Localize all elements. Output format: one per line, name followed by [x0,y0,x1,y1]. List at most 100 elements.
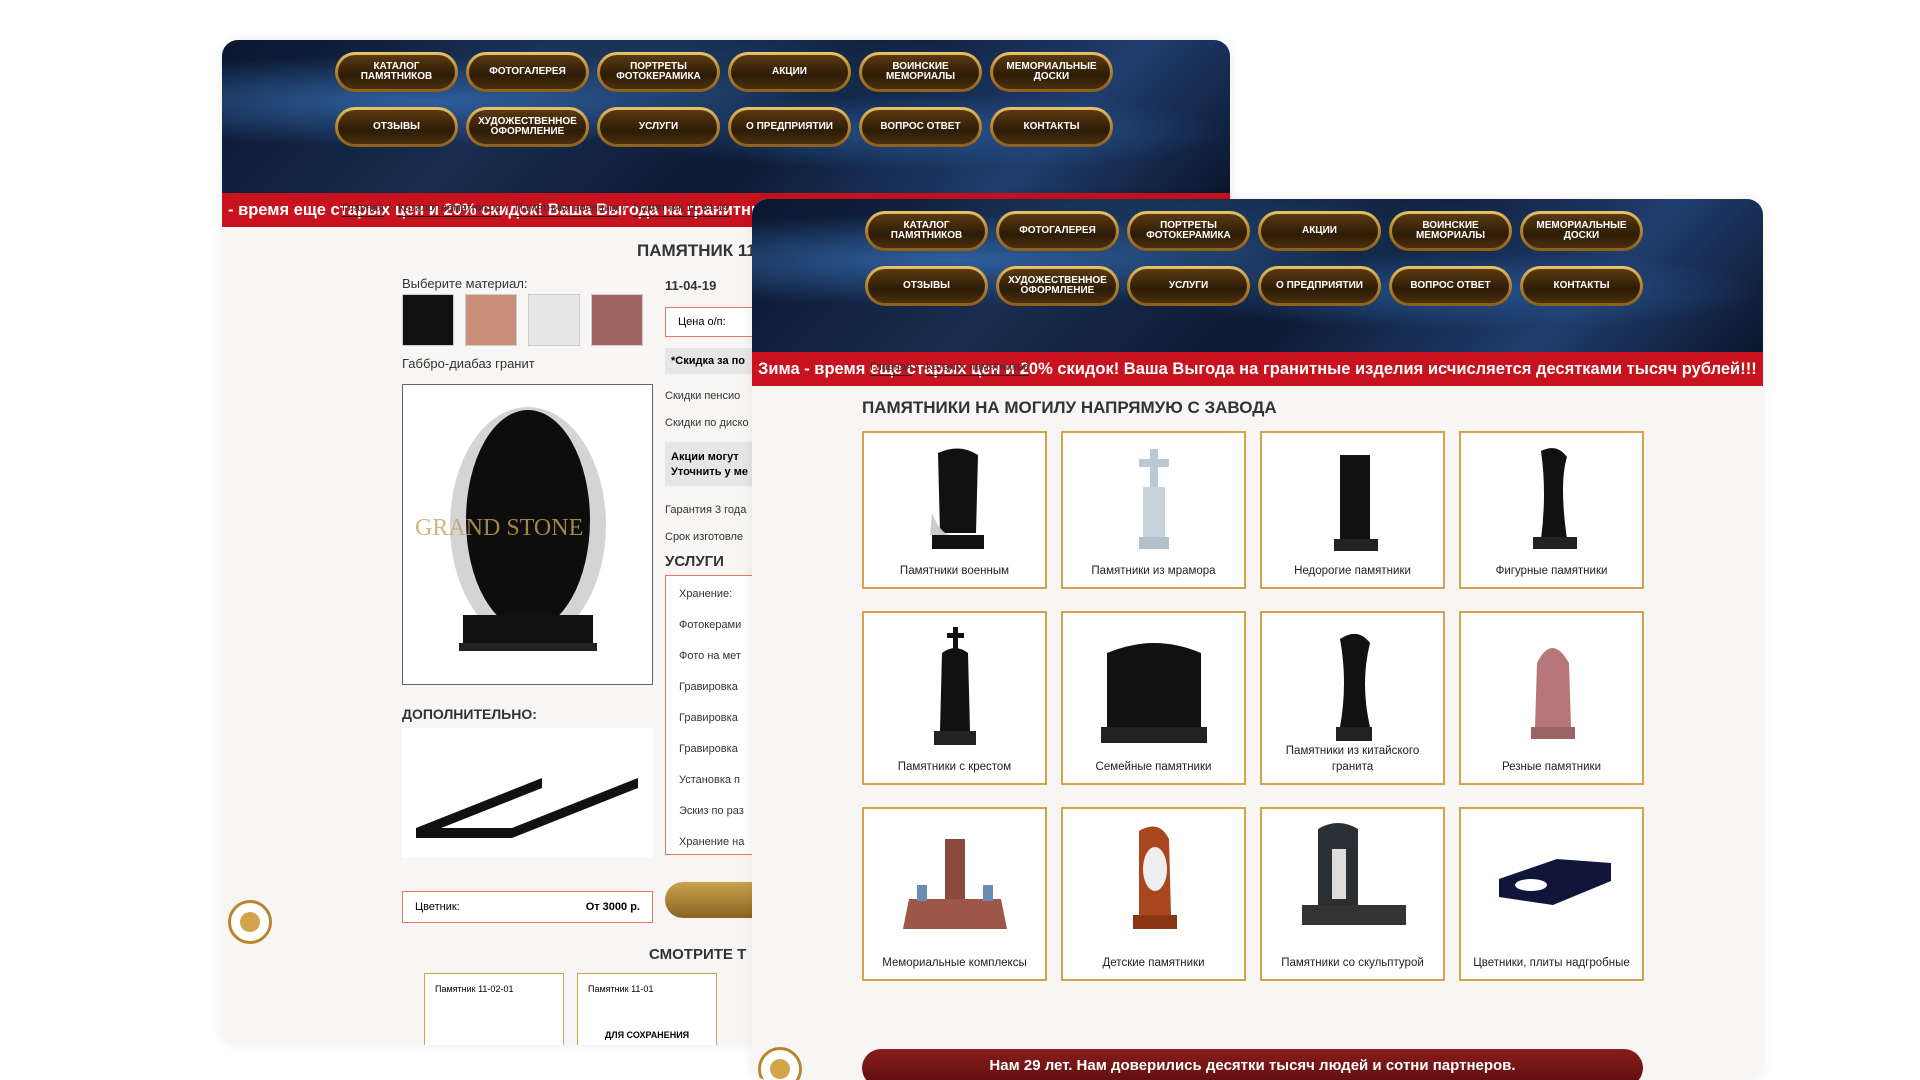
nav-label: КОНТАКТЫ [1523,269,1640,303]
nav-about[interactable]: О ПРЕДПРИЯТИИ [1258,266,1381,306]
nav-label: УСЛУГИ [600,110,717,144]
nav-label: ВОПРОС ОТВЕТ [1392,269,1509,303]
trust-banner: Нам 29 лет. Нам доверились десятки тысяч… [862,1049,1643,1080]
category-card-military[interactable]: Памятники военным [862,431,1047,589]
callback-button[interactable] [228,900,272,944]
nav-label: ВОИНСКИЕ МЕМОРИАЛЫ [862,55,979,89]
card-label: Памятники военным [899,565,1010,577]
category-card-chinese[interactable]: Памятники из китайского гранита [1260,611,1445,785]
related-card[interactable]: Памятник 11-01 ДЛЯ СОХРАНЕНИЯ [577,973,717,1045]
nav-military[interactable]: ВОИНСКИЕ МЕМОРИАЛЫ [859,52,982,92]
service-item[interactable]: Гравировка [679,681,738,693]
service-item[interactable]: Фото на мет [679,650,741,662]
nav-plaques[interactable]: МЕМОРИАЛЬНЫЕ ДОСКИ [990,52,1113,92]
nav-label: О ПРЕДПРИЯТИИ [731,110,848,144]
category-card-children[interactable]: Детские памятники [1061,807,1246,981]
service-item[interactable]: Хранение: [679,588,732,600]
nav-faq[interactable]: ВОПРОС ОТВЕТ [859,107,982,147]
pension-discount: Скидки пенсио [665,390,741,402]
service-item[interactable]: Эскиз по раз [679,805,744,817]
page-title: ПАМЯТНИКИ НА МОГИЛУ НАПРЯМУЮ С ЗАВОДА [862,398,1277,417]
category-grid: Памятники военным Памятники из мрамора Н… [862,431,1644,981]
monument-figured-icon [1532,448,1577,549]
nav-plaques[interactable]: МЕМОРИАЛЬНЫЕ ДОСКИ [1520,211,1643,251]
category-card-cheap[interactable]: Недорогие памятники [1260,431,1445,589]
nav-label: ПОРТРЕТЫ ФОТОКЕРАМИКА [1130,214,1247,248]
service-item[interactable]: Фотокерами [679,619,741,631]
breadcrumb: Главная / Каталог памятников [870,361,1033,376]
card-discount: Скидки по диско [665,417,749,429]
price-label: Цена о/п: [678,316,726,328]
nav-portraits[interactable]: ПОРТРЕТЫ ФОТОКЕРАМИКА [597,52,720,92]
nav-promos[interactable]: АКЦИИ [728,52,851,92]
crumb-current: Памятник 11-04-19 [633,202,730,217]
card-label: Памятники с крестом [897,761,1012,773]
crumb-military[interactable]: Памятники военным [514,202,620,217]
nav-label: АКЦИИ [1261,214,1378,248]
nav-portraits[interactable]: ПОРТРЕТЫ ФОТОКЕРАМИКА [1127,211,1250,251]
card-label: Памятники со скульптурой [1281,957,1424,969]
crumb-catalog[interactable]: Каталог памятников [398,202,501,217]
crumb-current: Каталог памятников [926,361,1029,376]
flowerbed-price-row[interactable]: Цветник: От 3000 р. [402,891,653,923]
nav-about[interactable]: О ПРЕДПРИЯТИИ [728,107,851,147]
nav-art[interactable]: ХУДОЖЕСТВЕННОЕ ОФОРМЛЕНИЕ [466,107,589,147]
material-name: Габбро-диабаз гранит [402,356,535,371]
swatch-grey[interactable] [528,294,580,346]
crumb-home[interactable]: Главная [870,361,912,376]
category-card-family[interactable]: Семейные памятники [1061,611,1246,785]
nav-military[interactable]: ВОИНСКИЕ МЕМОРИАЛЫ [1389,211,1512,251]
nav-row-1: КАТАЛОГ ПАМЯТНИКОВ ФОТОГАЛЕРЕЯ ПОРТРЕТЫ … [865,211,1655,251]
flowerbed-image[interactable] [402,728,653,858]
nav-catalog[interactable]: КАТАЛОГ ПАМЯТНИКОВ [865,211,988,251]
monument-sculpture-icon [1301,823,1406,925]
monument-family-icon [1100,643,1207,743]
category-card-figured[interactable]: Фигурные памятники [1459,431,1644,589]
nav-label: МЕМОРИАЛЬНЫЕ ДОСКИ [1523,214,1640,248]
nav-services[interactable]: УСЛУГИ [1127,266,1250,306]
nav-label: ПОРТРЕТЫ ФОТОКЕРАМИКА [600,55,717,89]
service-item[interactable]: Гравировка [679,712,738,724]
nav-row-2: ОТЗЫВЫ ХУДОЖЕСТВЕННОЕ ОФОРМЛЕНИЕ УСЛУГИ … [335,107,1125,147]
crumb-home[interactable]: Главная [342,202,384,217]
swatch-red[interactable] [591,294,643,346]
extra-title: ДОПОЛНИТЕЛЬНО: [402,706,537,722]
service-item[interactable]: Хранение на [679,836,744,848]
monument-children-icon [1132,826,1177,929]
category-card-carved[interactable]: Резные памятники [1459,611,1644,785]
nav-faq[interactable]: ВОПРОС ОТВЕТ [1389,266,1512,306]
product-image[interactable]: GRAND STONE [402,384,653,685]
related-title: Памятник 11-02-01 [435,984,514,994]
nav-row-2: ОТЗЫВЫ ХУДОЖЕСТВЕННОЕ ОФОРМЛЕНИЕ УСЛУГИ … [865,266,1655,306]
card-label: Недорогие памятники [1294,565,1411,577]
callback-button[interactable] [758,1047,802,1080]
nav-label: ВОПРОС ОТВЕТ [862,110,979,144]
category-card-slabs[interactable]: Цветники, плиты надгробные [1459,807,1644,981]
monument-carved-icon [1530,648,1575,739]
service-item[interactable]: Установка п [679,774,740,786]
nav-reviews[interactable]: ОТЗЫВЫ [335,107,458,147]
service-item[interactable]: Гравировка [679,743,738,755]
category-card-cross[interactable]: Памятники с крестом [862,611,1047,785]
material-label: Выберите материал: [402,276,528,291]
nav-catalog[interactable]: КАТАЛОГ ПАМЯТНИКОВ [335,52,458,92]
flowerbed-price: От 3000 р. [585,901,640,913]
nav-contacts[interactable]: КОНТАКТЫ [1520,266,1643,306]
nav-gallery[interactable]: ФОТОГАЛЕРЕЯ [466,52,589,92]
related-title: Памятник 11-01 [588,984,654,994]
nav-contacts[interactable]: КОНТАКТЫ [990,107,1113,147]
nav-promos[interactable]: АКЦИИ [1258,211,1381,251]
category-card-sculpture[interactable]: Памятники со скульптурой [1260,807,1445,981]
category-card-marble[interactable]: Памятники из мрамора [1061,431,1246,589]
category-card-memorial[interactable]: Мемориальные комплексы [862,807,1047,981]
related-card[interactable]: Памятник 11-02-01 [424,973,564,1045]
card-label: Семейные памятники [1095,761,1212,773]
nav-label: ОТЗЫВЫ [338,110,455,144]
nav-row-1: КАТАЛОГ ПАМЯТНИКОВ ФОТОГАЛЕРЕЯ ПОРТРЕТЫ … [335,52,1125,92]
swatch-pink[interactable] [465,294,517,346]
swatch-black[interactable] [402,294,454,346]
nav-gallery[interactable]: ФОТОГАЛЕРЕЯ [996,211,1119,251]
nav-reviews[interactable]: ОТЗЫВЫ [865,266,988,306]
nav-art[interactable]: ХУДОЖЕСТВЕННОЕ ОФОРМЛЕНИЕ [996,266,1119,306]
nav-services[interactable]: УСЛУГИ [597,107,720,147]
